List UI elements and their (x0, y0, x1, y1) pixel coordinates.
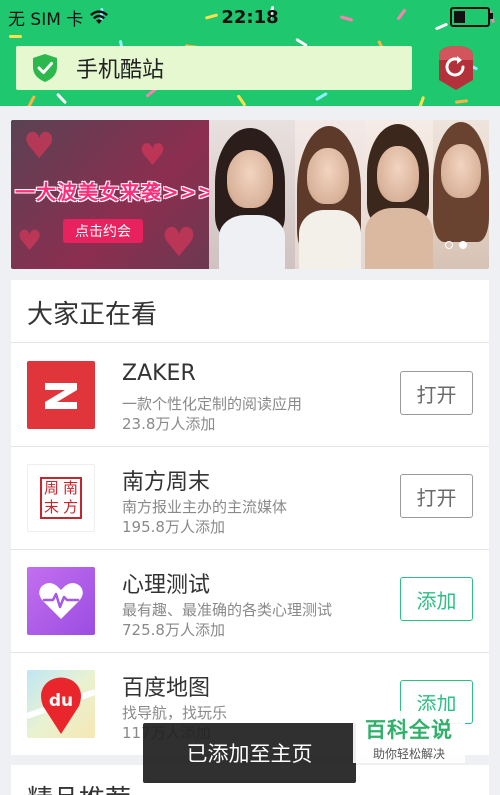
app-row[interactable]: ZAKER 一款个性化定制的阅读应用 23.8万人添加 打开 (11, 343, 489, 447)
banner-photo (295, 120, 365, 269)
app-description: 最有趣、最准确的各类心理测试 (122, 601, 333, 619)
carrier-label: 无 SIM 卡 (8, 9, 84, 30)
app-name: 心理测试 (122, 573, 211, 598)
app-name: 百度地图 (122, 676, 211, 701)
banner-cta-button[interactable]: 点击约会 (63, 219, 143, 243)
heart-decoration-icon: ♥ (161, 220, 197, 266)
app-row[interactable]: 心理测试 最有趣、最准确的各类心理测试 725.8万人添加 添加 (11, 549, 489, 653)
site-title-bar[interactable]: 手机酷站 (16, 46, 412, 90)
watermark-title: 百科全说 (365, 718, 453, 742)
banner-photo (209, 120, 295, 269)
section-title: 精品推荐 (27, 779, 131, 795)
banner-promo-panel: ♥ ♥ ♥ ♥ 一大波美女来袭>>> 点击约会 (11, 120, 214, 269)
app-description: 南方报业主办的主流媒体 (122, 498, 288, 516)
confetti-piece (315, 91, 328, 102)
heart-decoration-icon: ♥ (17, 224, 43, 257)
app-name: ZAKER (122, 361, 196, 386)
app-install-count: 195.8万人添加 (122, 518, 225, 536)
app-row[interactable]: 周南末方 南方周末 南方报业主办的主流媒体 195.8万人添加 打开 (11, 446, 489, 550)
app-install-count: 23.8万人添加 (122, 415, 216, 433)
app-install-count: 725.8万人添加 (122, 621, 225, 639)
section-title: 大家正在看 (27, 300, 158, 330)
add-button[interactable]: 添加 (400, 577, 473, 621)
watermark-subtitle: 助你轻松解决 (372, 747, 445, 761)
confetti-piece (454, 99, 469, 104)
app-description: 找导航，找玩乐 (122, 704, 228, 722)
open-button[interactable]: 打开 (400, 371, 473, 415)
banner-headline: 一大波美女来袭>>> (15, 180, 216, 204)
trending-apps-card: 大家正在看 ZAKER 一款个性化定制的阅读应用 23.8万人添加 打开 周南末… (11, 280, 489, 755)
promo-banner[interactable]: ♥ ♥ ♥ ♥ 一大波美女来袭>>> 点击约会 (11, 120, 489, 269)
carousel-dot-active[interactable] (459, 241, 467, 249)
watermark-logo: 百科全说 助你轻松解决 (353, 711, 465, 763)
confetti-piece (417, 95, 426, 106)
heart-decoration-icon: ♥ (23, 126, 56, 167)
site-title: 手机酷站 (76, 58, 165, 83)
carousel-indicator[interactable] (445, 241, 467, 249)
toast-message: 已添加至主页 (143, 723, 356, 783)
confetti-piece (27, 95, 36, 106)
app-name: 南方周末 (122, 470, 211, 495)
baidu-map-pin-icon: du (27, 670, 95, 738)
heart-decoration-icon: ♥ (139, 138, 166, 173)
confetti-piece (236, 94, 247, 106)
wifi-icon (90, 10, 109, 24)
app-header: 无 SIM 卡 22:18 手机酷站 (0, 0, 500, 106)
app-description: 一款个性化定制的阅读应用 (122, 395, 303, 413)
svg-text:du: du (49, 691, 73, 711)
battery-icon (450, 7, 493, 27)
heart-pulse-icon (27, 567, 95, 635)
confetti-piece (55, 92, 68, 105)
nanfang-zhoumo-seal-icon: 周南末方 (27, 464, 95, 532)
status-time: 22:18 (221, 7, 279, 28)
status-bar: 无 SIM 卡 22:18 (0, 0, 500, 34)
open-button[interactable]: 打开 (400, 474, 473, 518)
banner-photo (365, 120, 433, 269)
carousel-dot[interactable] (445, 241, 453, 249)
shield-check-icon (33, 54, 57, 82)
refresh-icon[interactable] (433, 44, 479, 92)
confetti-piece (9, 35, 22, 38)
zaker-icon (27, 361, 95, 429)
